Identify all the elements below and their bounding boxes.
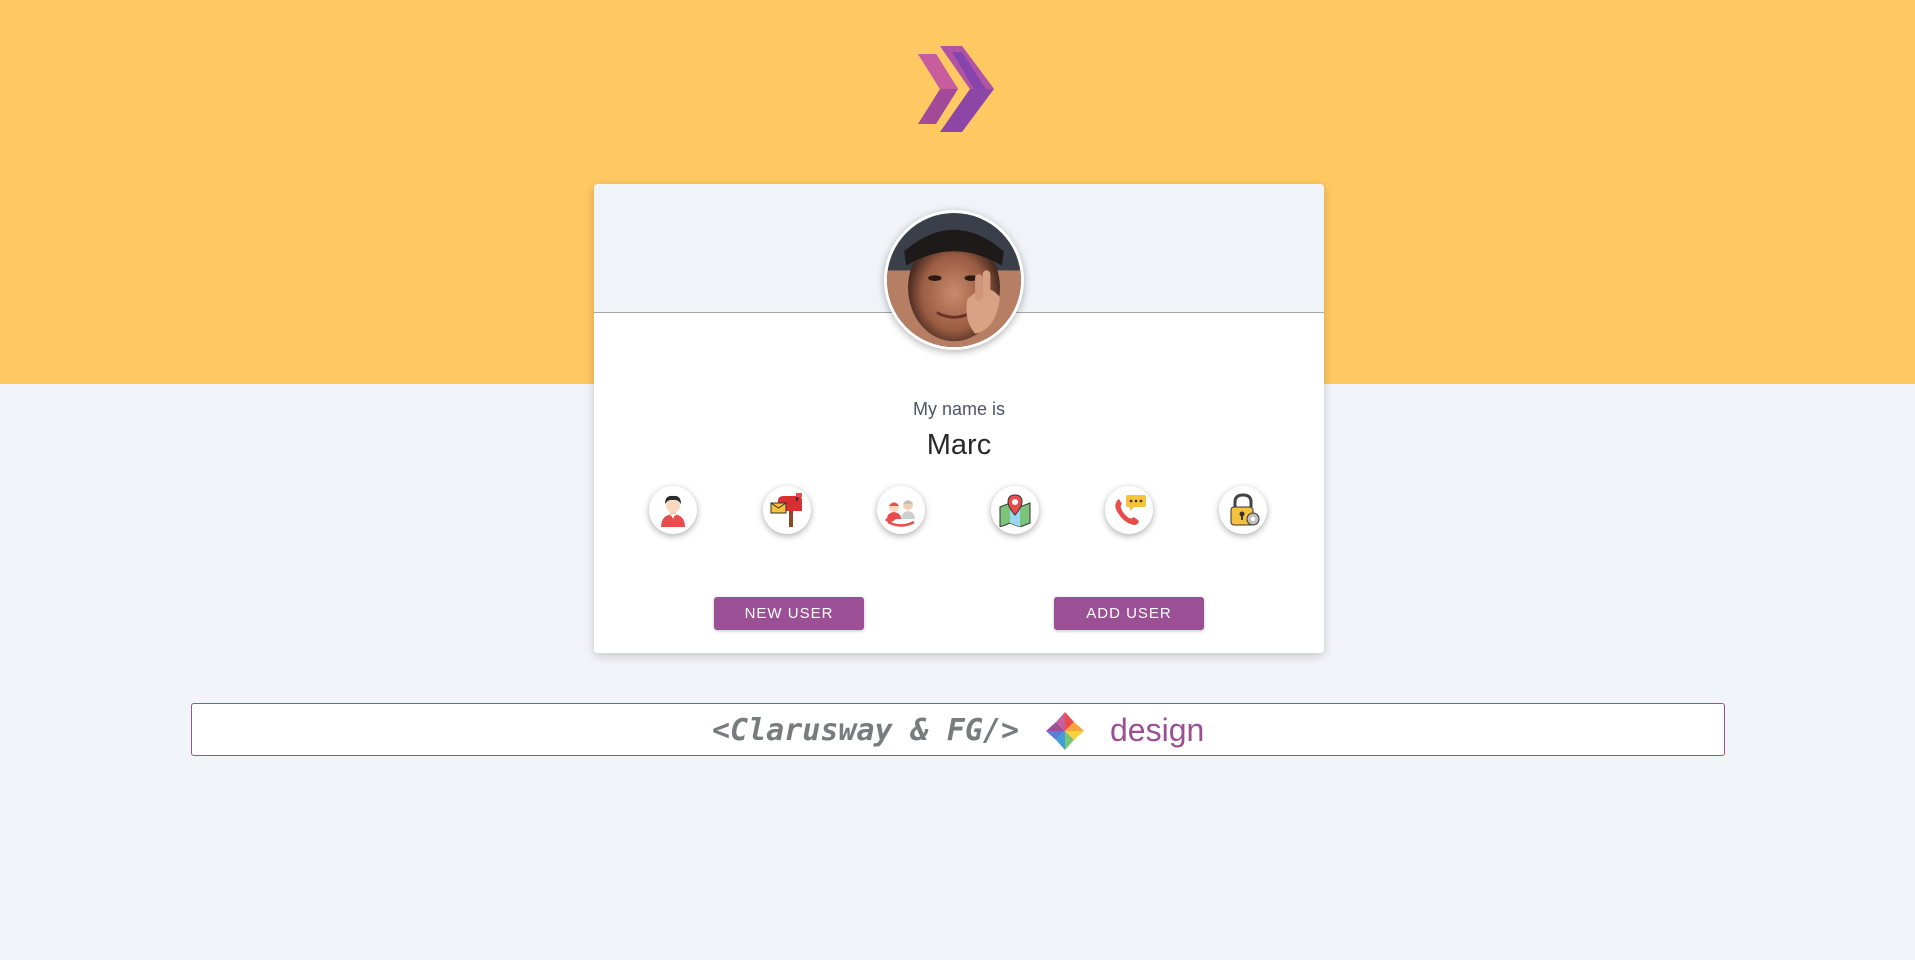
mailbox-icon[interactable] — [763, 486, 811, 534]
footer-banner: <Clarusway & FG/> design — [191, 703, 1725, 756]
map-location-icon[interactable] — [991, 486, 1039, 534]
pinwheel-logo-icon — [1044, 710, 1086, 752]
user-card: My name is Marc NEW USER ADD USER — [594, 184, 1324, 653]
chevron-logo-icon — [918, 46, 998, 132]
user-name: Marc — [926, 429, 992, 461]
user-icon[interactable] — [649, 486, 697, 534]
new-user-button[interactable]: NEW USER — [714, 597, 864, 630]
footer-design-text: design — [1110, 712, 1205, 748]
avatar — [884, 210, 1024, 350]
add-user-button[interactable]: ADD USER — [1054, 597, 1204, 630]
lock-icon[interactable] — [1219, 486, 1267, 534]
info-icon-row — [649, 486, 1273, 536]
phone-icon[interactable] — [1105, 486, 1153, 534]
footer-code-text: <Clarusway & FG/> — [712, 713, 1020, 748]
age-icon[interactable] — [877, 486, 925, 534]
intro-label: My name is — [912, 399, 1006, 419]
